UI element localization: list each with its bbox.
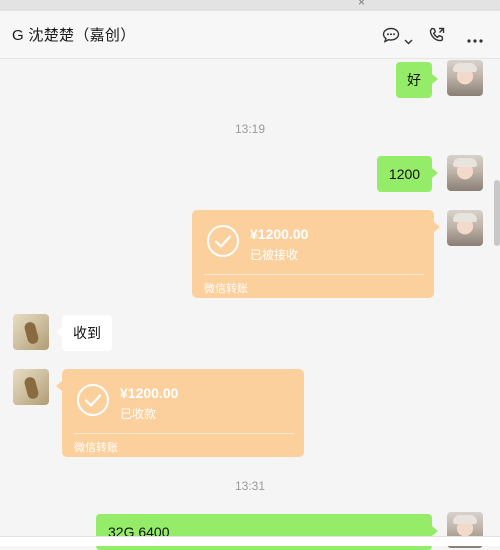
message-list[interactable]: 好 13:19 1200 ¥1200.00 已被接收 微信转账 收到 ¥1200… bbox=[0, 60, 500, 550]
chat-header: G 沈楚楚（嘉创） bbox=[0, 11, 500, 59]
transfer-card[interactable]: ¥1200.00 已被接收 微信转账 bbox=[192, 210, 440, 298]
transfer-amount: ¥1200.00 bbox=[250, 226, 309, 242]
chevron-down-icon[interactable] bbox=[404, 32, 413, 50]
transfer-card[interactable]: ¥1200.00 已收款 微信转账 bbox=[56, 369, 304, 457]
avatar[interactable] bbox=[447, 210, 483, 246]
more-icon[interactable] bbox=[466, 31, 484, 49]
divider bbox=[204, 274, 424, 275]
check-circle-icon bbox=[76, 383, 110, 422]
timestamp: 13:19 bbox=[234, 122, 266, 136]
scrollbar[interactable] bbox=[494, 180, 500, 246]
transfer-status: 已被接收 bbox=[250, 248, 299, 262]
message-bubble-other[interactable]: 收到 bbox=[56, 315, 112, 351]
transfer-status: 已收款 bbox=[120, 407, 157, 421]
transfer-amount: ¥1200.00 bbox=[120, 385, 179, 401]
message-text: 收到 bbox=[73, 325, 101, 341]
avatar[interactable] bbox=[13, 369, 49, 405]
phone-icon[interactable] bbox=[428, 26, 446, 49]
chat-bubble-icon[interactable] bbox=[382, 27, 400, 48]
transfer-brand: 微信转账 bbox=[204, 283, 248, 295]
divider bbox=[74, 433, 294, 434]
message-text: 好 bbox=[407, 72, 421, 88]
message-bubble-self[interactable]: 好 bbox=[396, 62, 438, 98]
chat-title: G 沈楚楚（嘉创） bbox=[12, 27, 136, 44]
avatar[interactable] bbox=[447, 155, 483, 191]
message-bubble-self[interactable]: 1200 bbox=[377, 156, 438, 192]
transfer-brand: 微信转账 bbox=[74, 442, 118, 454]
check-circle-icon bbox=[206, 224, 240, 263]
window-top-strip: × bbox=[0, 0, 500, 11]
message-text: 1200 bbox=[388, 166, 421, 182]
avatar[interactable] bbox=[13, 314, 49, 350]
close-icon[interactable]: × bbox=[358, 0, 365, 8]
avatar[interactable] bbox=[447, 60, 483, 96]
timestamp: 13:31 bbox=[234, 479, 266, 493]
message-input-area[interactable] bbox=[0, 536, 500, 546]
